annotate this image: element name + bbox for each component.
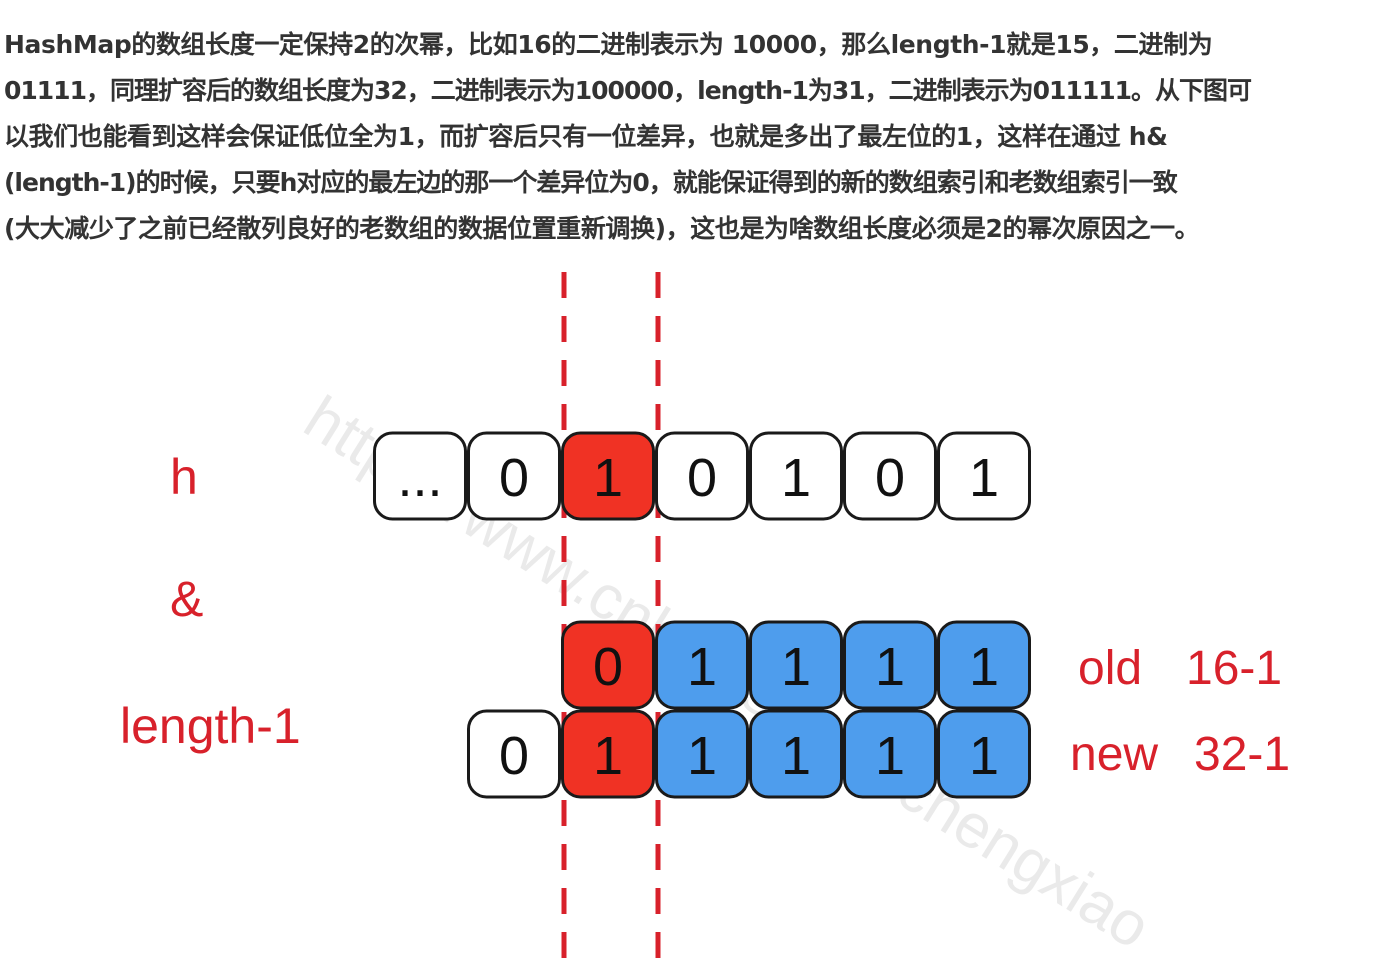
label-and: & [170, 571, 203, 627]
old-row-bit-cell: 1 [843, 620, 937, 710]
h-row-bit-value: 1 [969, 448, 999, 508]
new-row-bit-value: 1 [875, 726, 905, 786]
row-old-mask: 0 1 1 1 1 [561, 620, 1031, 710]
old-row-bit-value: 1 [781, 637, 811, 697]
h-row-bit-cell: 1 [561, 431, 655, 521]
h-row-bit-cell: ... [373, 431, 467, 521]
h-row-bit-cell: 1 [937, 431, 1031, 521]
label-old-value: 16-1 [1186, 642, 1282, 695]
new-row-bit-cell: 1 [561, 709, 655, 799]
h-row-bit-value: ... [397, 448, 442, 508]
new-row-bit-cell: 1 [843, 709, 937, 799]
row-h: ... 0 1 0 1 0 1 [373, 431, 1031, 521]
old-row-bit-cell: 1 [655, 620, 749, 710]
h-row-bit-value: 1 [593, 448, 623, 508]
label-old-word: old [1078, 642, 1142, 695]
label-length-minus-1: length-1 [120, 698, 301, 754]
h-row-bit-value: 0 [499, 448, 529, 508]
new-row-bit-value: 1 [593, 726, 623, 786]
old-row-bit-value: 1 [687, 637, 717, 697]
h-row-bit-value: 0 [687, 448, 717, 508]
old-row-bit-cell: 1 [749, 620, 843, 710]
label-new-word: new [1070, 728, 1158, 781]
h-row-bit-cell: 0 [467, 431, 561, 521]
new-row-bit-cell: 0 [467, 709, 561, 799]
new-row-bit-value: 1 [687, 726, 717, 786]
old-row-bit-value: 1 [875, 637, 905, 697]
old-row-bit-cell: 0 [561, 620, 655, 710]
label-new-value: 32-1 [1194, 728, 1290, 781]
old-row-bit-cell: 1 [937, 620, 1031, 710]
old-row-bit-value: 1 [969, 637, 999, 697]
h-row-bit-value: 0 [875, 448, 905, 508]
new-row-bit-value: 0 [499, 726, 529, 786]
old-row-bit-value: 0 [593, 637, 623, 697]
h-row-bit-cell: 1 [749, 431, 843, 521]
new-row-bit-cell: 1 [655, 709, 749, 799]
bitmask-diagram: https://www.cnblogs.com/chengxiao ...010… [120, 272, 1290, 968]
new-row-bit-cell: 1 [749, 709, 843, 799]
h-row-bit-cell: 0 [843, 431, 937, 521]
new-row-bit-value: 1 [969, 726, 999, 786]
new-row-bit-cell: 1 [937, 709, 1031, 799]
h-row-bit-cell: 0 [655, 431, 749, 521]
label-h: h [170, 449, 198, 505]
new-row-bit-value: 1 [781, 726, 811, 786]
h-row-bit-value: 1 [781, 448, 811, 508]
